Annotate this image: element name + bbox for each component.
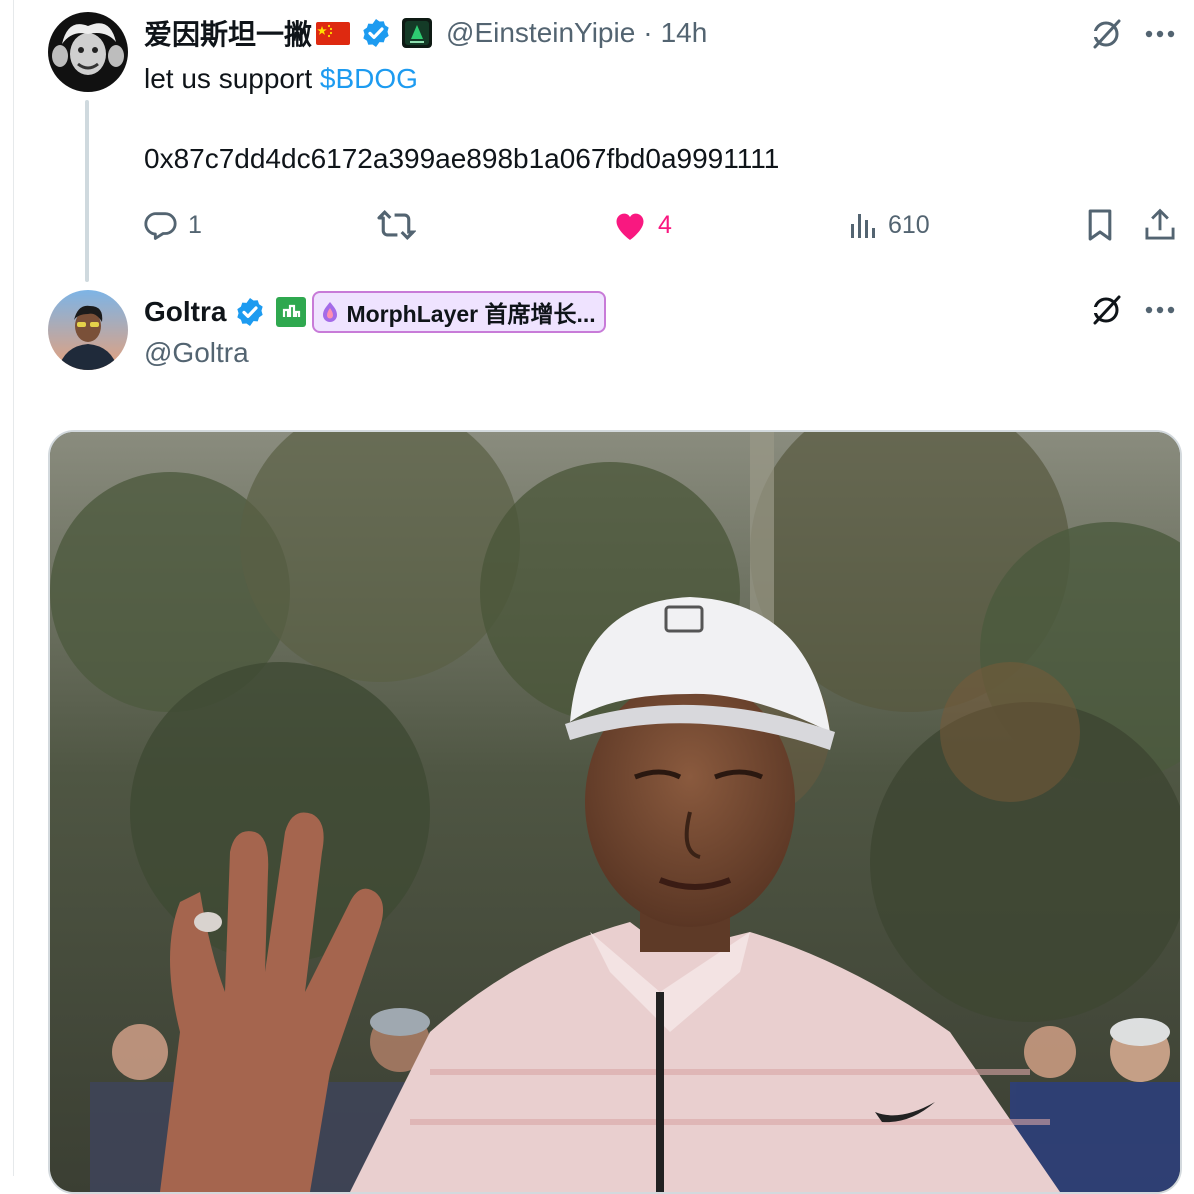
tweet1-header: 爱因斯坦一撇 @EinsteinYipie · 14h — [144, 13, 707, 53]
reply-count: 1 — [188, 210, 202, 239]
avatar-goltra[interactable] — [48, 290, 128, 370]
tweet2-header: Goltra MorphLayer 首席增长... — [144, 291, 606, 333]
verified-badge-icon[interactable] — [360, 17, 392, 49]
reply-icon — [144, 212, 177, 240]
repost-button[interactable] — [376, 205, 416, 245]
views-chart-icon — [851, 214, 875, 238]
affiliation-badge[interactable]: MorphLayer 首席增长... — [312, 291, 606, 333]
bookmark-icon — [1088, 209, 1112, 241]
share-button[interactable] — [1140, 205, 1180, 245]
tweet-text: let us support — [144, 63, 320, 94]
contract-address: 0x87c7dd4dc6172a399ae898b1a067fbd0a99911… — [144, 143, 780, 174]
green-logo-badge-icon[interactable] — [402, 18, 433, 48]
photo-golfer-waving — [50, 432, 1180, 1192]
tweet1-text-line: let us support $BDOG — [144, 63, 418, 99]
reply-button[interactable]: 1 — [144, 205, 202, 245]
more-options-icon[interactable] — [1140, 290, 1180, 330]
view-count: 610 — [888, 210, 930, 239]
repost-icon — [377, 210, 416, 240]
green-org-badge-icon[interactable] — [276, 297, 307, 327]
avatar-einsteinyipie[interactable] — [48, 12, 128, 92]
handle[interactable]: @Goltra — [144, 337, 249, 373]
share-icon — [1145, 208, 1175, 240]
grok-icon[interactable] — [1086, 14, 1126, 54]
heart-filled-icon — [616, 213, 644, 240]
grok-icon[interactable] — [1086, 290, 1126, 330]
like-count: 4 — [658, 210, 672, 239]
views-button[interactable]: 610 — [848, 205, 930, 245]
timeline-border — [13, 0, 14, 1176]
bookmark-button[interactable] — [1080, 205, 1120, 245]
more-options-icon[interactable] — [1140, 14, 1180, 54]
like-button[interactable]: 4 — [612, 205, 672, 245]
china-flag-icon — [316, 21, 351, 45]
handle[interactable]: @EinsteinYipie — [446, 17, 635, 49]
timestamp[interactable]: 14h — [661, 17, 708, 49]
separator-dot: · — [643, 17, 653, 48]
tweet-media-photo[interactable] — [48, 430, 1182, 1194]
affiliation-label: MorphLayer 首席增长... — [346, 301, 596, 327]
verified-badge-icon[interactable] — [234, 296, 266, 328]
display-name[interactable]: 爱因斯坦一撇 — [144, 13, 312, 53]
display-name[interactable]: Goltra — [144, 296, 226, 328]
thread-connector-line — [85, 100, 89, 282]
cashtag-link[interactable]: $BDOG — [320, 63, 418, 94]
morphlayer-icon — [320, 301, 340, 323]
